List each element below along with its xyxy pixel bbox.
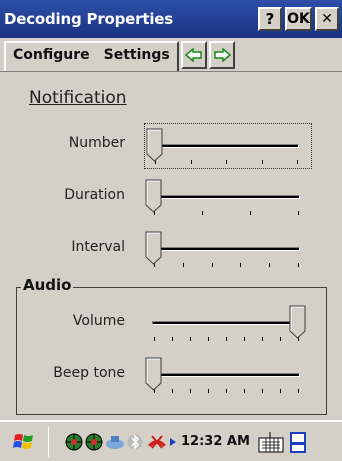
help-button[interactable]: ? bbox=[258, 7, 282, 31]
phone-stop-icon[interactable] bbox=[146, 433, 168, 451]
number-label: Number bbox=[68, 135, 125, 151]
slider-track bbox=[152, 373, 300, 377]
duration-row: Duration bbox=[0, 175, 342, 221]
taskbar: 12:32 AM bbox=[0, 420, 342, 461]
slider-thumb[interactable] bbox=[145, 179, 163, 213]
slider-tick bbox=[226, 337, 227, 341]
slider-tick bbox=[262, 337, 263, 341]
properties-panel: Notification Number Duration Interval Au… bbox=[0, 73, 342, 420]
slider-tick bbox=[208, 389, 209, 393]
tab-scroll-arrows bbox=[179, 41, 235, 71]
slider-tick bbox=[244, 389, 245, 393]
tab-scroll-right-button[interactable] bbox=[208, 41, 235, 69]
slider-thumb[interactable] bbox=[145, 231, 163, 265]
slider-tick bbox=[154, 337, 155, 341]
window-title: Decoding Properties bbox=[4, 10, 173, 28]
volume-label: Volume bbox=[72, 313, 125, 329]
notification-heading: Notification bbox=[29, 88, 127, 108]
slider-tick bbox=[298, 211, 299, 215]
slider-tick bbox=[298, 263, 299, 267]
volume-row: Volume bbox=[0, 301, 342, 347]
slider-tick bbox=[280, 389, 281, 393]
slider-tick bbox=[250, 211, 251, 215]
slider-tick bbox=[172, 337, 173, 341]
interval-slider[interactable] bbox=[144, 227, 312, 273]
title-bar: Decoding Properties ? OK ✕ bbox=[0, 0, 342, 38]
close-button[interactable]: ✕ bbox=[315, 7, 339, 31]
slider-track bbox=[152, 195, 300, 199]
slider-tick bbox=[202, 211, 203, 215]
slider-tick bbox=[190, 389, 191, 393]
slider-tick bbox=[226, 389, 227, 393]
windows-flag-icon[interactable] bbox=[12, 430, 36, 454]
slider-tick bbox=[262, 389, 263, 393]
tab-strip: Configure Settings bbox=[4, 41, 179, 71]
slider-tick bbox=[183, 263, 184, 267]
tab-scroll-left-button[interactable] bbox=[180, 41, 207, 69]
number-slider[interactable] bbox=[144, 123, 312, 169]
slider-thumb[interactable] bbox=[289, 305, 307, 339]
slider-tick bbox=[297, 160, 298, 164]
interval-row: Interval bbox=[0, 227, 342, 273]
volume-slider[interactable] bbox=[144, 301, 312, 347]
slider-thumb[interactable] bbox=[146, 128, 164, 162]
tab-settings[interactable]: Settings bbox=[97, 43, 177, 71]
slider-track bbox=[152, 247, 300, 251]
network-globe-icon[interactable] bbox=[65, 433, 83, 451]
slider-tick bbox=[208, 337, 209, 341]
beep-tone-label: Beep tone bbox=[53, 365, 125, 381]
ok-button[interactable]: OK bbox=[285, 7, 312, 31]
arrow-right-icon bbox=[213, 48, 231, 62]
slider-tick bbox=[280, 337, 281, 341]
slider-tick bbox=[240, 263, 241, 267]
audio-heading: Audio bbox=[21, 276, 74, 294]
tab-configure[interactable]: Configure bbox=[6, 43, 97, 71]
slider-tick bbox=[269, 263, 270, 267]
slider-tick bbox=[298, 389, 299, 393]
slider-tick bbox=[262, 160, 263, 164]
taskbar-divider bbox=[48, 426, 49, 457]
slider-tick bbox=[190, 337, 191, 341]
desktop-icon[interactable] bbox=[289, 431, 306, 453]
duration-slider[interactable] bbox=[144, 175, 312, 221]
beep-tone-row: Beep tone bbox=[0, 353, 342, 399]
slider-tick bbox=[212, 263, 213, 267]
keyboard-icon[interactable] bbox=[258, 431, 284, 453]
slider-tick bbox=[244, 337, 245, 341]
slider-tick bbox=[172, 389, 173, 393]
slider-thumb[interactable] bbox=[145, 357, 163, 391]
slider-track bbox=[152, 321, 300, 325]
network-globe-icon-2[interactable] bbox=[85, 433, 103, 451]
bluetooth-manager-icon[interactable] bbox=[105, 433, 125, 451]
slider-track bbox=[153, 144, 299, 148]
bluetooth-icon[interactable] bbox=[127, 433, 143, 451]
slider-tick bbox=[191, 160, 192, 164]
interval-label: Interval bbox=[71, 239, 125, 255]
taskbar-clock[interactable]: 12:32 AM bbox=[181, 434, 250, 449]
beep-tone-slider[interactable] bbox=[144, 353, 312, 399]
play-arrow-icon[interactable] bbox=[169, 437, 177, 447]
close-icon: ✕ bbox=[321, 11, 333, 27]
duration-label: Duration bbox=[64, 187, 125, 203]
number-row: Number bbox=[0, 123, 342, 169]
tab-bar: Configure Settings bbox=[0, 38, 342, 72]
arrow-left-icon bbox=[184, 48, 202, 62]
slider-tick bbox=[226, 160, 227, 164]
